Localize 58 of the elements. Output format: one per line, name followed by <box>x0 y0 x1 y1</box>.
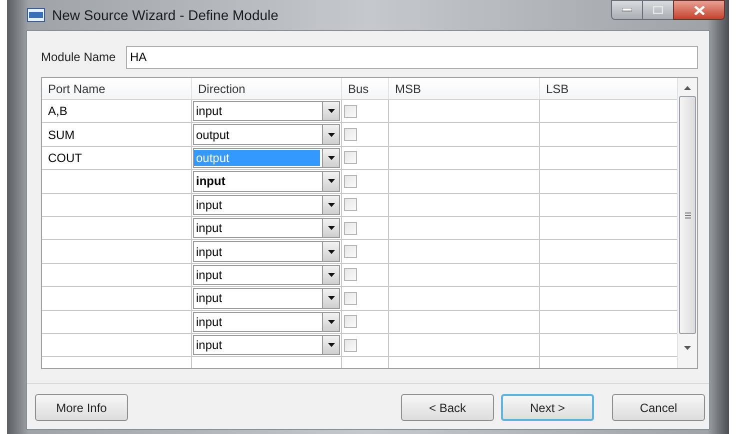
dropdown-arrow-icon <box>328 343 334 348</box>
bus-checkbox[interactable] <box>344 292 357 305</box>
scroll-up-icon[interactable] <box>684 86 692 90</box>
port-name-cell[interactable]: COUT <box>48 148 82 167</box>
bus-checkbox[interactable] <box>344 198 357 212</box>
dialog-button[interactable]: Cancel <box>612 394 705 421</box>
dropdown-arrow-icon <box>328 320 334 324</box>
dropdown-arrow-icon <box>328 250 334 254</box>
grip-icon <box>684 212 691 218</box>
column-header[interactable]: Port Name <box>42 78 192 99</box>
scrollbar-thumb[interactable] <box>679 96 696 334</box>
port-name-cell[interactable]: A,B <box>48 102 68 120</box>
dialog-button[interactable]: Next > <box>501 394 594 421</box>
maximize-icon <box>653 6 663 14</box>
scrollbar[interactable] <box>677 78 697 368</box>
dialog-button[interactable]: More Info <box>35 394 128 421</box>
direction-dropdown[interactable]: output <box>193 124 340 145</box>
bus-checkbox[interactable] <box>344 104 357 118</box>
direction-dropdown[interactable]: input <box>193 288 340 309</box>
minimize-button[interactable] <box>611 0 643 20</box>
column-header[interactable]: MSB <box>389 78 540 99</box>
dropdown-arrow-icon <box>328 226 334 230</box>
direction-dropdown[interactable]: input <box>193 218 340 238</box>
column-header[interactable]: Bus <box>342 78 389 99</box>
direction-dropdown[interactable]: input <box>193 264 340 286</box>
module-name-label: Module Name <box>41 49 117 66</box>
dropdown-arrow-icon <box>328 202 334 207</box>
dropdown-arrow-icon <box>328 272 334 277</box>
dropdown-arrow-icon <box>328 109 334 114</box>
direction-dropdown[interactable]: input <box>193 334 340 356</box>
direction-dropdown[interactable]: input <box>193 312 340 332</box>
minimize-icon <box>622 8 632 12</box>
port-name-cell[interactable]: SUM <box>48 126 75 144</box>
dropdown-arrow-icon <box>328 132 334 137</box>
column-header[interactable]: Direction <box>192 78 342 99</box>
bus-checkbox[interactable] <box>344 128 357 142</box>
app-icon <box>27 8 45 22</box>
window-title: New Source Wizard - Define Module <box>52 6 278 24</box>
bus-checkbox[interactable] <box>344 245 357 258</box>
close-icon <box>694 6 704 14</box>
direction-dropdown[interactable]: input <box>193 194 340 215</box>
bus-checkbox[interactable] <box>344 268 357 282</box>
bus-checkbox[interactable] <box>344 174 357 188</box>
direction-dropdown[interactable]: input <box>193 101 340 122</box>
dialog-button[interactable]: < Back <box>401 394 494 421</box>
dropdown-arrow-icon <box>328 179 334 184</box>
close-button[interactable] <box>673 0 725 20</box>
maximize-button[interactable] <box>643 0 673 20</box>
bus-checkbox[interactable] <box>344 315 357 328</box>
dropdown-arrow-icon <box>328 296 334 300</box>
module-name-field[interactable]: HA <box>126 46 698 68</box>
dropdown-arrow-icon <box>328 156 334 160</box>
bus-checkbox[interactable] <box>344 222 357 235</box>
direction-dropdown[interactable]: input <box>193 241 340 262</box>
bus-checkbox[interactable] <box>344 151 357 164</box>
bus-checkbox[interactable] <box>344 338 357 352</box>
scroll-down-icon[interactable] <box>684 346 692 350</box>
direction-dropdown[interactable]: input <box>193 171 340 192</box>
